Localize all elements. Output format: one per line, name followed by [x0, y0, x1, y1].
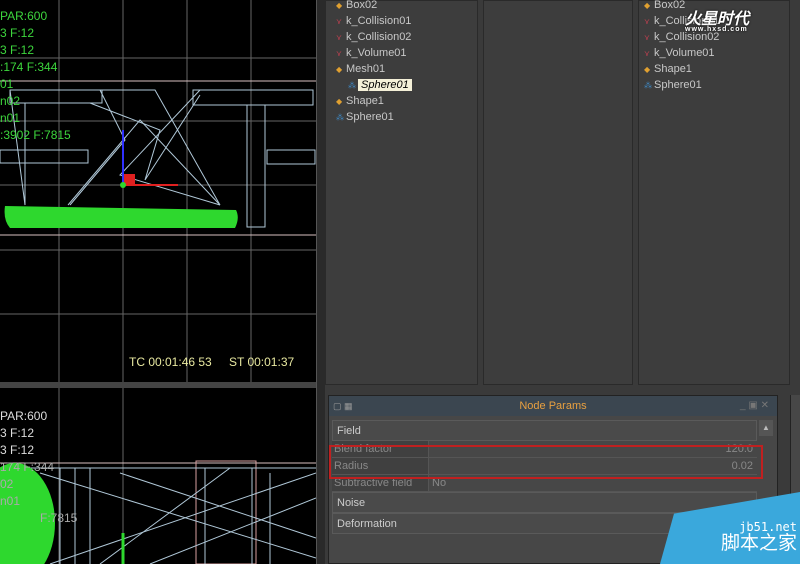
scroll-up-button[interactable]: ▲ [759, 420, 773, 436]
panel-titlebar: ▢ ▦ Node Params _ ▣ ✕ [329, 396, 777, 416]
stat-line: 3 F:12 [0, 443, 35, 457]
stat-line: n01 [0, 111, 21, 125]
viewport-bottom[interactable]: PAR:600 3 F:12 3 F:12 174 F:344 02 n01 F:7815 [0, 388, 316, 564]
stat-line: 02 [0, 477, 14, 491]
tree-item[interactable]: ⁂ Sphere01 [644, 77, 719, 93]
timecode: TC 00:01:46 53 [129, 355, 212, 369]
watermark-text: 脚本之家 [720, 533, 797, 554]
stat-line: 3 F:12 [0, 26, 35, 40]
scene-stats: PAR:600 3 F:12 3 F:12 174 F:344 02 n01 F:7815 [0, 408, 77, 527]
tree-item-label: k_Collision01 [346, 15, 412, 27]
panel-menu-icon[interactable]: ▢ ▦ [333, 396, 353, 416]
box-icon: ◆ [644, 65, 651, 74]
tree-item-label: k_Volume01 [654, 47, 715, 59]
tree-item-label: k_Collision02 [346, 31, 412, 43]
kfield-icon: ⋎ [644, 49, 650, 58]
panel-title: Node Params [519, 400, 587, 412]
highlight-box [329, 445, 763, 479]
stat-line: 3 F:12 [0, 43, 35, 57]
window-controls-icon[interactable]: _ ▣ ✕ [740, 396, 769, 416]
system-time: ST 00:01:37 [229, 355, 295, 369]
stat-line: PAR:600 [0, 409, 48, 423]
tree-item-label: Sphere01 [346, 111, 394, 123]
scene-tree-panel-right: ◆ Box02 ⋎ k_Collision01 ⋎ k_Collision02 ⋎ k_Vol… [638, 0, 790, 385]
sphere-icon: ⁂ [644, 81, 652, 90]
group-field[interactable]: Field [332, 420, 757, 441]
kfield-icon: ⋎ [336, 49, 342, 58]
box-icon: ◆ [336, 97, 343, 106]
tree-item[interactable]: ◆ Shape1 [336, 93, 412, 109]
sphere-icon: ⁂ [348, 81, 356, 90]
group-noise[interactable]: Noise [332, 492, 757, 513]
tree-item-label: k_Volume01 [346, 47, 407, 59]
watermark-url: jb51.net [739, 520, 797, 534]
stat-line: F:7815 [40, 511, 78, 525]
tree-item[interactable]: ⁂ Sphere01 [336, 77, 412, 93]
tree-item[interactable]: ⋎ k_Volume01 [644, 45, 719, 61]
scene-tree: ◆ Box02 ⋎ k_Collision01 ⋎ k_Collision02 ⋎ k_Vol… [336, 0, 412, 125]
kfield-icon: ⋎ [336, 17, 342, 26]
tree-item-label: Box02 [654, 0, 686, 11]
stat-line: PAR:600 [0, 9, 48, 23]
viewport-top[interactable]: PAR:600 3 F:12 3 F:12 :174 F:344 01 n02 n01 :39… [0, 0, 316, 382]
stat-line: 3 F:12 [0, 426, 35, 440]
watermark-url: www.hxsd.com [685, 26, 748, 33]
sphere-icon: ⁂ [336, 113, 344, 122]
tree-item-label: Shape1 [654, 63, 692, 75]
tree-item[interactable]: ⁂ Sphere01 [336, 109, 412, 125]
tree-item[interactable]: ◆ Shape1 [644, 61, 719, 77]
tree-item[interactable]: ⋎ k_Collision02 [336, 29, 412, 45]
kfield-icon: ⋎ [644, 17, 650, 26]
stat-line: n01 [0, 494, 21, 508]
box-icon: ◆ [336, 65, 343, 74]
tree-item-label: Box02 [346, 0, 378, 11]
kfield-icon: ⋎ [644, 33, 650, 42]
tree-item-label: Sphere01 [654, 79, 702, 91]
stat-line: 174 F:344 [0, 460, 55, 474]
stat-line: :3902 F:7815 [0, 128, 71, 142]
tree-item-label: Sphere01 [358, 79, 412, 91]
tree-item-label: Shape1 [346, 95, 384, 107]
tree-item[interactable]: ◆ Box02 [336, 0, 412, 13]
tree-item[interactable]: ⋎ k_Volume01 [336, 45, 412, 61]
panel-splitter[interactable] [316, 0, 325, 564]
stat-line: n02 [0, 94, 21, 108]
empty-panel [483, 0, 633, 385]
scene-tree-panel: ◆ Box02 ⋎ k_Collision01 ⋎ k_Collision02 ⋎ k_Vol… [325, 0, 478, 385]
stat-line: :174 F:344 [0, 60, 58, 74]
tree-item-label: Mesh01 [346, 63, 386, 75]
tree-item[interactable]: ⋎ k_Collision01 [336, 13, 412, 29]
tree-item[interactable]: ◆ Mesh01 [336, 61, 412, 77]
box-icon: ◆ [336, 1, 343, 10]
scene-stats: PAR:600 3 F:12 3 F:12 :174 F:344 01 n02 n01 :39… [0, 8, 71, 144]
kfield-icon: ⋎ [336, 33, 342, 42]
box-icon: ◆ [644, 1, 651, 10]
stat-line: 01 [0, 77, 14, 91]
hxsd-watermark: 火星时代 www.hxsd.com [685, 5, 749, 33]
